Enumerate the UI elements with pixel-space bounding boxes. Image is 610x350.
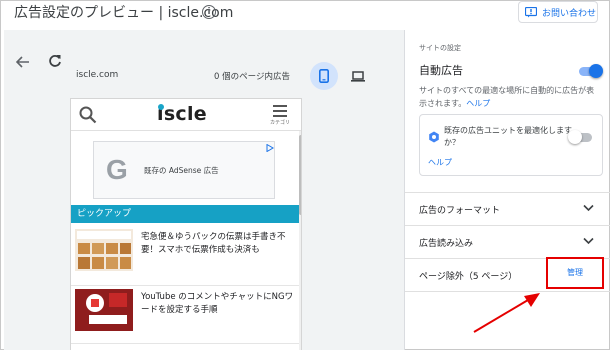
article-thumbnail [75, 229, 133, 271]
info-icon[interactable]: i [202, 5, 216, 19]
back-arrow-icon[interactable] [16, 56, 30, 68]
ad-load-row[interactable]: 広告読み込み [405, 225, 610, 258]
site-logo-text: iscle [157, 103, 207, 125]
site-logo[interactable]: iscle [157, 103, 207, 125]
toggle-knob [568, 130, 582, 144]
existing-ad-placeholder: G 既存の AdSense 広告 [93, 141, 275, 199]
article-item[interactable]: YouTube のコメントやチャットにNGワードを設定する手順 [75, 289, 297, 339]
adchoices-icon[interactable] [266, 144, 274, 152]
optimize-toggle[interactable] [568, 130, 592, 144]
contact-button-label: お問い合わせ [542, 8, 597, 19]
desktop-view-button[interactable] [344, 62, 372, 90]
auto-ads-desc-text: サイトのすべての最適な場所に自動的に広告が表示されます。 [419, 86, 595, 108]
ad-formats-row[interactable]: 広告のフォーマット [405, 192, 610, 225]
ad-text: 既存の AdSense 広告 [144, 166, 219, 175]
article-item[interactable]: 宅急便＆ゆうパックの伝票は手書き不要！スマホで伝票作成も決済も [75, 229, 297, 279]
feedback-icon [525, 6, 537, 17]
optimize-icon [429, 131, 439, 143]
chevron-down-icon [583, 204, 594, 212]
mobile-view-button[interactable] [310, 62, 338, 90]
preview-scrollbar[interactable] [299, 131, 301, 350]
menu-caption: カテゴリ [269, 120, 290, 126]
category-menu[interactable]: カテゴリ [269, 105, 291, 126]
google-logo-icon: G [106, 154, 128, 185]
site-preview: iscle.com 0 個のページ内広告 iscle カテゴリ G 既存の Ad… [4, 30, 404, 350]
article-title: 宅急便＆ゆうパックの伝票は手書き不要！スマホで伝票作成も決済も [141, 232, 286, 255]
page-title: 広告設定のプレビュー | iscle.com [14, 5, 234, 21]
contact-button[interactable]: お問い合わせ [518, 1, 598, 23]
optimize-help-link[interactable]: ヘルプ [428, 157, 452, 168]
article-title: YouTube のコメントやチャットにNGワードを設定する手順 [141, 292, 294, 315]
help-link[interactable]: ヘルプ [466, 99, 490, 108]
pickup-heading: ピックアップ [71, 205, 301, 223]
chevron-down-icon [583, 237, 594, 245]
divider [71, 343, 301, 344]
article-thumbnail [75, 289, 133, 331]
auto-ads-description: サイトのすべての最適な場所に自動的に広告が表示されます。ヘルプ [419, 84, 599, 110]
auto-ads-toggle[interactable] [579, 64, 603, 78]
optimize-text: 既存の広告ユニットを最適化しますか？ [444, 126, 572, 147]
ad-load-label: 広告読み込み [419, 239, 474, 249]
auto-ads-label: 自動広告 [419, 64, 463, 77]
scrollbar-thumb[interactable] [299, 135, 301, 215]
settings-panel: サイトの設定 自動広告 サイトのすべての最適な場所に自動的に広告が表示されます。… [404, 30, 610, 350]
reload-icon[interactable] [48, 54, 62, 68]
ad-count: 0 個のページ内広告 [214, 72, 290, 82]
manage-button[interactable]: 管理 [546, 257, 604, 289]
preview-nav: iscle.com 0 個のページ内広告 [4, 42, 404, 90]
optimize-card: 既存の広告ユニットを最適化しますか？ ヘルプ [419, 114, 603, 176]
page-exclusion-label: ページ除外（5 ページ） [419, 272, 518, 282]
toggle-knob [589, 64, 603, 78]
top-bar: 広告設定のプレビュー | iscle.com i お問い合わせ [0, 0, 610, 24]
search-icon[interactable] [79, 106, 97, 124]
logo-dot [158, 104, 164, 110]
section-label: サイトの設定 [419, 44, 461, 52]
site-header: iscle カテゴリ [71, 99, 301, 131]
divider [71, 285, 301, 286]
mobile-site-frame: iscle カテゴリ G 既存の AdSense 広告 ピックアップ 宅急便＆ゆ… [70, 98, 302, 350]
ad-formats-label: 広告のフォーマット [419, 206, 501, 216]
preview-url: iscle.com [76, 70, 119, 80]
laptop-icon [351, 70, 365, 82]
mobile-icon [319, 69, 329, 83]
